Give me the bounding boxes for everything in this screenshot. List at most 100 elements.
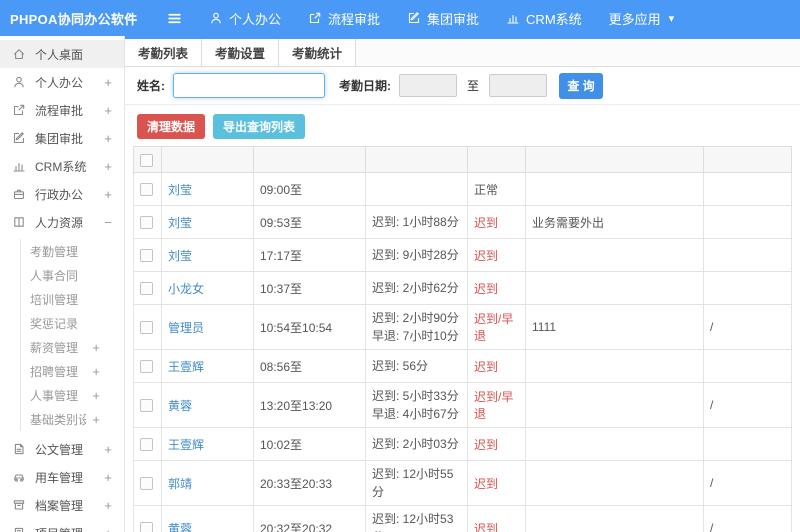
project-icon <box>12 526 26 532</box>
sidebar-subitem[interactable]: 奖惩记录 <box>21 311 124 335</box>
employee-name-link[interactable]: 刘莹 <box>168 183 192 197</box>
expand-toggle[interactable]: + <box>104 131 112 146</box>
row-checkbox[interactable] <box>140 438 153 452</box>
sidebar-item[interactable]: 公文管理 + <box>0 435 124 463</box>
export-list-button[interactable]: 导出查询列表 <box>213 114 306 139</box>
row-checkbox-cell <box>133 505 162 532</box>
table-row: 刘莹 09:00至 正常 <box>133 172 792 206</box>
attendance-time: 20:33至20:33 <box>253 460 366 506</box>
status: 迟到 <box>467 427 526 461</box>
row-checkbox[interactable] <box>140 522 153 532</box>
note <box>525 382 704 428</box>
sidebar-item[interactable]: 集团审批 + <box>0 124 124 152</box>
name-input[interactable] <box>173 73 325 98</box>
sidebar-subitem[interactable]: 基础类别设置 + <box>21 407 124 431</box>
sidebar-subitem[interactable]: 人事管理 + <box>21 383 124 407</box>
employee-name-link[interactable]: 郭靖 <box>168 477 192 491</box>
user-icon <box>209 11 223 25</box>
sidebar-subitem[interactable]: 人事合同 <box>21 263 124 287</box>
duration: 迟到: 2小时03分 <box>365 427 468 461</box>
menu-icon[interactable] <box>166 10 183 27</box>
expand-toggle[interactable]: + <box>104 187 112 202</box>
row-checkbox[interactable] <box>140 249 153 263</box>
note <box>525 505 704 532</box>
expand-toggle[interactable]: + <box>104 526 112 532</box>
employee-name-link[interactable]: 黄蓉 <box>168 399 192 413</box>
sidebar-item[interactable]: CRM系统 + <box>0 152 124 180</box>
location: / <box>703 304 792 350</box>
employee-name-link[interactable]: 王壹辉 <box>168 360 204 374</box>
status: 迟到 <box>467 238 526 272</box>
expand-toggle[interactable]: + <box>104 470 112 485</box>
row-checkbox[interactable] <box>140 183 153 197</box>
expand-toggle[interactable]: + <box>104 103 112 118</box>
clean-data-button[interactable]: 清理数据 <box>137 114 206 139</box>
sidebar-subitem[interactable]: 考勤管理 <box>21 239 124 263</box>
home-icon <box>12 47 26 61</box>
duration <box>365 172 468 206</box>
expand-toggle[interactable]: + <box>104 159 112 174</box>
sidebar-subitem[interactable]: 薪资管理 + <box>21 335 124 359</box>
row-checkbox[interactable] <box>140 216 153 230</box>
expand-toggle[interactable]: + <box>104 75 112 90</box>
row-checkbox[interactable] <box>140 360 153 374</box>
sidebar-item[interactable]: 流程审批 + <box>0 96 124 124</box>
sidebar-subitem[interactable]: 培训管理 <box>21 287 124 311</box>
employee-name-link[interactable]: 小龙女 <box>168 282 204 296</box>
sidebar-subitem[interactable]: 招聘管理 + <box>21 359 124 383</box>
row-checkbox[interactable] <box>140 477 153 491</box>
name-label: 姓名: <box>137 79 165 93</box>
employee-name-link[interactable]: 黄蓉 <box>168 522 192 532</box>
row-checkbox-cell <box>133 427 162 461</box>
row-checkbox[interactable] <box>140 399 153 413</box>
row-checkbox[interactable] <box>140 282 153 296</box>
row-checkbox[interactable] <box>140 321 153 335</box>
sidebar-item[interactable]: 人力资源 − <box>0 208 124 236</box>
expand-toggle[interactable]: − <box>104 215 112 230</box>
employee-name-link[interactable]: 管理员 <box>168 321 204 335</box>
table-header-row <box>133 146 792 173</box>
top-nav-item[interactable]: 流程审批 <box>308 9 380 28</box>
employee-name-link[interactable]: 王壹辉 <box>168 438 204 452</box>
top-nav-item[interactable]: CRM系统 <box>506 9 582 28</box>
tab[interactable]: 考勤设置 <box>202 39 280 66</box>
date-to-input[interactable] <box>489 74 548 97</box>
date-from-input[interactable] <box>399 74 457 97</box>
location <box>703 172 792 206</box>
tab[interactable]: 考勤统计 <box>279 39 357 66</box>
status: 迟到 <box>467 205 526 239</box>
sidebar-item[interactable]: 用车管理 + <box>0 463 124 491</box>
expand-toggle[interactable]: + <box>104 442 112 457</box>
expand-toggle[interactable]: + <box>92 388 100 403</box>
row-checkbox-cell <box>133 304 162 350</box>
sidebar-item[interactable]: 档案管理 + <box>0 491 124 519</box>
expand-toggle[interactable]: + <box>92 340 100 355</box>
expand-toggle[interactable]: + <box>104 498 112 513</box>
location <box>703 271 792 305</box>
user-icon <box>12 75 26 89</box>
employee-name-link[interactable]: 刘莹 <box>168 249 192 263</box>
tab[interactable]: 考勤列表 <box>125 39 203 66</box>
expand-toggle[interactable]: + <box>92 412 100 427</box>
sidebar-item[interactable]: 个人办公 + <box>0 68 124 96</box>
top-nav-item[interactable]: 更多应用 ▾ <box>609 9 675 28</box>
filter-bar: 姓名: 考勤日期: 至 查 询 <box>125 67 800 105</box>
sidebar-item[interactable]: 项目管理 + <box>0 519 124 532</box>
sidebar-item[interactable]: 行政办公 + <box>0 180 124 208</box>
location <box>703 427 792 461</box>
sidebar-item-label: 行政办公 <box>35 187 84 202</box>
column-header <box>703 146 792 173</box>
top-nav-item[interactable]: 个人办公 <box>209 9 281 28</box>
top-nav-item[interactable]: 集团审批 <box>407 9 479 28</box>
chart-icon <box>506 11 520 25</box>
attendance-table-wrap: 刘莹 09:00至 正常 刘莹 09:53至 迟到: 1小时88分 迟到 业务需… <box>125 146 800 532</box>
employee-name-link[interactable]: 刘莹 <box>168 216 192 230</box>
sidebar-item[interactable]: 个人桌面 <box>0 40 124 68</box>
row-checkbox-cell <box>133 238 162 272</box>
search-button[interactable]: 查 询 <box>559 72 604 99</box>
status: 迟到 <box>467 505 526 532</box>
status: 迟到 <box>467 460 526 506</box>
select-all-checkbox[interactable] <box>140 153 153 167</box>
expand-toggle[interactable]: + <box>92 364 100 379</box>
attendance-time: 10:37至 <box>253 271 366 305</box>
